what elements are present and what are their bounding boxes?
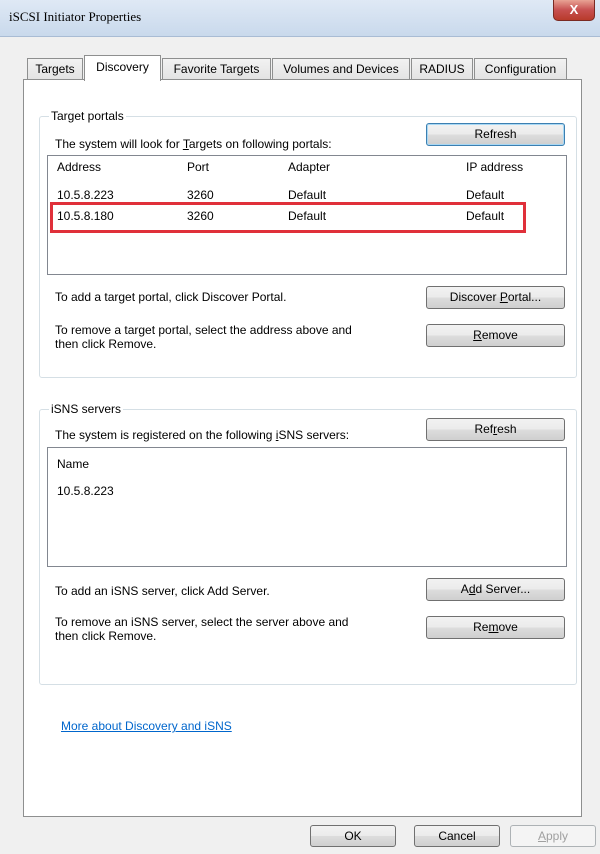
window-title: iSCSI Initiator Properties [9,9,142,24]
portal-address: 10.5.8.223 [57,188,114,202]
isns-servers-label: iSNS servers [49,402,124,416]
tab-volumes-and-devices[interactable]: Volumes and Devices [272,58,410,79]
add-server-button[interactable]: Add Server... [426,578,565,601]
isns-refresh-button[interactable]: Refresh [426,418,565,441]
close-button[interactable]: X [553,0,595,21]
tab-discovery[interactable]: Discovery [84,55,161,81]
remove-portal-instructions: To remove a target portal, select the ad… [55,323,352,351]
target-portals-label: Target portals [49,109,126,123]
isns-server-name: 10.5.8.223 [57,484,114,498]
remove-portal-button[interactable]: Remove [426,324,565,347]
list-item[interactable]: 10.5.8.223 [48,484,566,502]
apply-button[interactable]: Apply [510,825,596,847]
ok-button[interactable]: OK [310,825,396,847]
column-header-adapter[interactable]: Adapter [288,158,330,178]
discover-portal-button[interactable]: Discover Portal... [426,286,565,309]
iscsi-properties-window: iSCSI Initiator Properties X Targets Dis… [0,0,600,854]
isns-description: The system is registered on the followin… [55,428,350,442]
portal-port: 3260 [187,188,214,202]
tab-targets[interactable]: Targets [27,58,83,79]
column-header-port[interactable]: Port [187,158,209,178]
cancel-button[interactable]: Cancel [414,825,500,847]
tab-favorite-targets[interactable]: Favorite Targets [162,58,271,79]
portal-adapter: Default [288,188,327,202]
remove-server-button[interactable]: Remove [426,616,565,639]
isns-servers-list[interactable]: Name 10.5.8.223 [47,447,567,567]
column-header-address[interactable]: Address [57,158,101,178]
tab-configuration[interactable]: Configuration [474,58,567,79]
add-isns-instructions: To add an iSNS server, click Add Server. [55,584,270,598]
target-portals-description: The system will look for Targets on foll… [55,137,332,151]
remove-isns-instructions: To remove an iSNS server, select the ser… [55,615,349,643]
tab-radius[interactable]: RADIUS [411,58,473,79]
add-portal-instructions: To add a target portal, click Discover P… [55,290,287,304]
portals-refresh-button[interactable]: Refresh [426,123,565,146]
column-header-ip-address[interactable]: IP address [466,158,523,178]
selected-row-highlight [50,202,526,233]
title-bar[interactable]: iSCSI Initiator Properties X [0,0,600,37]
column-header-name[interactable]: Name [57,455,89,475]
portal-ip: Default [466,188,505,202]
more-about-discovery-link[interactable]: More about Discovery and iSNS [61,719,232,733]
close-icon: X [569,2,579,17]
